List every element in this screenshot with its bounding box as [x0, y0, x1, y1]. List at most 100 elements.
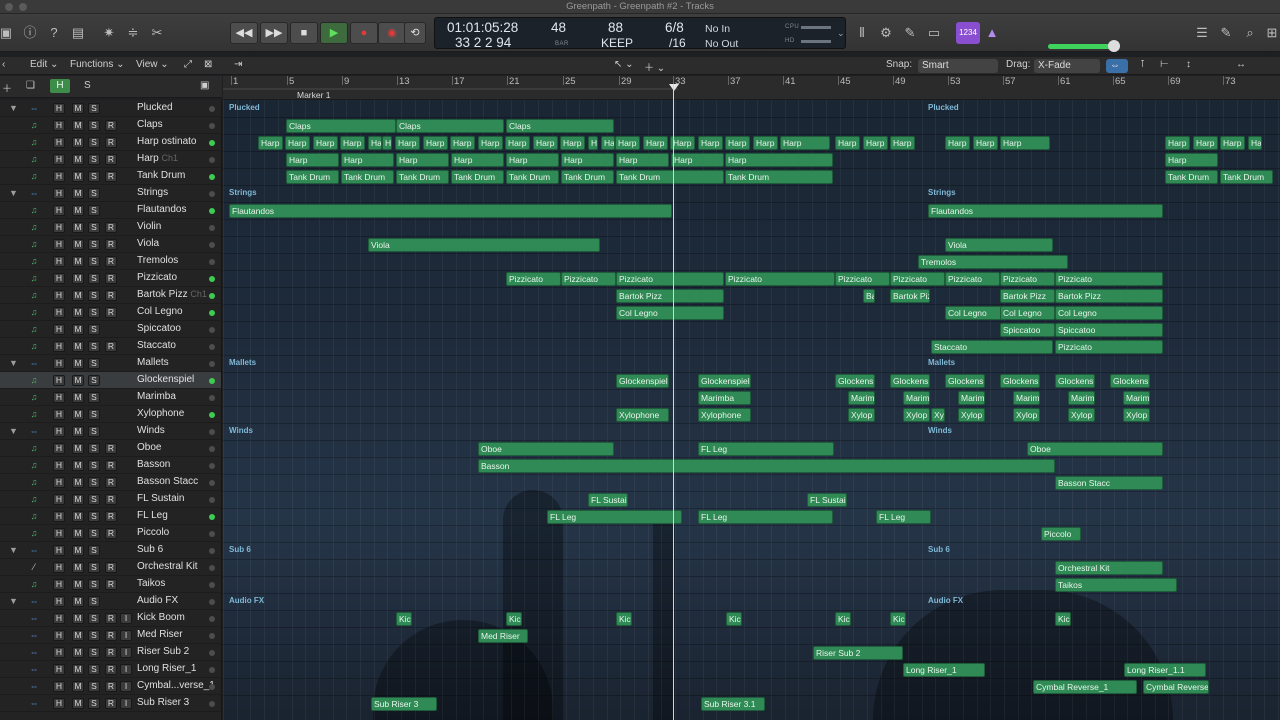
input-monitor-button[interactable]: I: [120, 664, 132, 675]
hide-button[interactable]: H: [53, 239, 65, 250]
mute-button[interactable]: M: [72, 698, 84, 709]
region[interactable]: Spiccatoo: [1000, 323, 1055, 337]
hide-button[interactable]: H: [53, 188, 65, 199]
mute-button[interactable]: M: [72, 205, 84, 216]
track-row[interactable]: ▼ ⇔ H M S Audio FX: [0, 593, 221, 610]
mute-button[interactable]: M: [72, 324, 84, 335]
track-name[interactable]: Flautandos: [137, 204, 186, 215]
region[interactable]: Glockens: [1000, 374, 1040, 388]
mixer-icon[interactable]: ≑: [123, 23, 143, 43]
track-row[interactable]: ▼ ⇔ H M S Plucked: [0, 100, 221, 117]
track-row[interactable]: ♫ H M S Glockenspiel: [0, 372, 221, 389]
hide-button[interactable]: H: [53, 341, 65, 352]
disclosure-triangle-icon[interactable]: ▼: [9, 545, 18, 555]
region[interactable]: Xylop: [1068, 408, 1095, 422]
track-name[interactable]: FL Leg: [137, 510, 168, 521]
region[interactable]: Kic: [890, 612, 906, 626]
region[interactable]: Harp: [725, 136, 750, 150]
region[interactable]: Harp: [1220, 136, 1245, 150]
record-enable-button[interactable]: R: [105, 664, 117, 675]
mute-button[interactable]: M: [72, 120, 84, 131]
solo-button[interactable]: S: [88, 477, 100, 488]
record-enable-button[interactable]: R: [105, 154, 117, 165]
region[interactable]: Harp: [451, 153, 504, 167]
record-enable-button[interactable]: R: [105, 494, 117, 505]
region[interactable]: Staccato: [931, 340, 1053, 354]
hide-button[interactable]: H: [53, 596, 65, 607]
hide-button[interactable]: H: [53, 256, 65, 267]
region[interactable]: Marim: [1123, 391, 1150, 405]
lcd-menu-chevron-icon[interactable]: ⌄: [837, 28, 845, 39]
hide-button[interactable]: H: [53, 392, 65, 403]
solo-button[interactable]: S: [88, 222, 100, 233]
record-button[interactable]: ●: [350, 22, 378, 44]
region[interactable]: Sub Riser 3: [371, 697, 437, 711]
solo-button[interactable]: S: [88, 239, 100, 250]
region[interactable]: Harp: [698, 136, 723, 150]
region[interactable]: Spiccatoo: [1055, 323, 1163, 337]
global-hide-button[interactable]: H: [50, 79, 70, 93]
track-name[interactable]: Harp ostinato: [137, 136, 196, 147]
region[interactable]: Harp: [478, 136, 503, 150]
solo-button[interactable]: S: [88, 460, 100, 471]
mute-button[interactable]: M: [72, 256, 84, 267]
track-row[interactable]: ♫ H M S R Violin: [0, 219, 221, 236]
region[interactable]: Pizzicato: [725, 272, 835, 286]
region[interactable]: Harp: [285, 136, 310, 150]
disclosure-triangle-icon[interactable]: ▼: [9, 358, 18, 368]
region[interactable]: Kic: [616, 612, 632, 626]
region[interactable]: Cymbal Reverse_1: [1143, 680, 1209, 694]
region[interactable]: Tank Drum: [725, 170, 833, 184]
region[interactable]: Glockens: [1055, 374, 1095, 388]
track-name[interactable]: Med Riser: [137, 629, 183, 640]
help-icon[interactable]: ?: [44, 23, 64, 43]
region[interactable]: Glockenspiel: [698, 374, 751, 388]
record-enable-button[interactable]: R: [105, 511, 117, 522]
region[interactable]: Xylophone: [698, 408, 751, 422]
hide-button[interactable]: H: [53, 647, 65, 658]
region[interactable]: Bartok Pizz: [1000, 289, 1055, 303]
solo-button[interactable]: S: [88, 273, 100, 284]
region[interactable]: FL Sustai: [588, 493, 628, 507]
hide-button[interactable]: H: [53, 477, 65, 488]
track-name[interactable]: Staccato: [137, 340, 176, 351]
region[interactable]: Tank Drum: [396, 170, 449, 184]
snap-select[interactable]: Smart: [918, 59, 998, 73]
track-name[interactable]: Riser Sub 2: [137, 646, 189, 657]
mute-button[interactable]: M: [72, 511, 84, 522]
track-name[interactable]: Harp Ch1: [137, 153, 178, 164]
solo-button[interactable]: S: [88, 494, 100, 505]
track-name[interactable]: Kick Boom: [137, 612, 185, 623]
record-enable-button[interactable]: R: [105, 290, 117, 301]
mute-button[interactable]: M: [72, 103, 84, 114]
mute-button[interactable]: M: [72, 222, 84, 233]
playhead-handle[interactable]: [669, 84, 679, 91]
mute-button[interactable]: M: [72, 528, 84, 539]
region[interactable]: Pizzicato: [506, 272, 561, 286]
region[interactable]: Ba: [863, 289, 875, 303]
mute-button[interactable]: M: [72, 273, 84, 284]
record-enable-button[interactable]: R: [105, 460, 117, 471]
region[interactable]: H: [382, 136, 392, 150]
region[interactable]: Kic: [1055, 612, 1071, 626]
mute-button[interactable]: M: [72, 307, 84, 318]
disclosure-triangle-icon[interactable]: ▼: [9, 188, 18, 198]
track-row[interactable]: ♫ H M S Xylophone: [0, 406, 221, 423]
region[interactable]: Xy: [931, 408, 945, 422]
track-name[interactable]: Sub Riser 3: [137, 697, 189, 708]
track-name[interactable]: Col Legno: [137, 306, 183, 317]
region[interactable]: Pizzicato: [1000, 272, 1055, 286]
duplicate-track-icon[interactable]: ❏: [26, 80, 35, 91]
region[interactable]: Marim: [958, 391, 985, 405]
hide-button[interactable]: H: [53, 545, 65, 556]
region[interactable]: Sub Riser 3.1: [701, 697, 765, 711]
track-name[interactable]: Pizzicato: [137, 272, 177, 283]
region[interactable]: Harp: [615, 136, 640, 150]
track-name[interactable]: Glockenspiel: [137, 374, 194, 385]
pencil-icon[interactable]: ✎: [900, 23, 920, 43]
region[interactable]: Harp: [1000, 136, 1050, 150]
drag-select[interactable]: X-Fade: [1034, 59, 1100, 73]
region[interactable]: Marim: [1068, 391, 1095, 405]
edit-menu[interactable]: Edit ⌄: [30, 59, 58, 70]
region[interactable]: Kic: [835, 612, 851, 626]
